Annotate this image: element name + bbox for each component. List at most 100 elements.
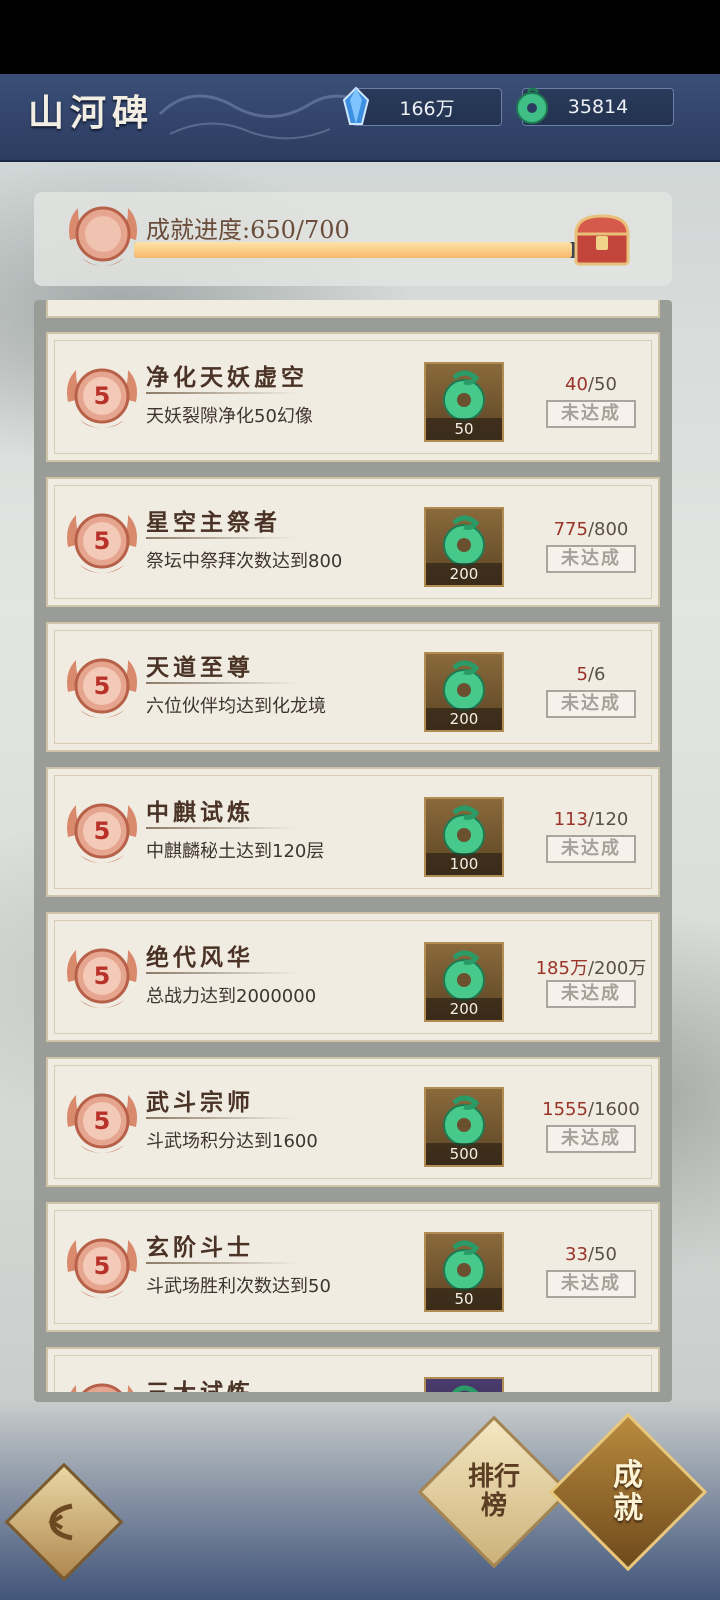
medal-level: 5: [93, 527, 111, 555]
achievement-tab-button[interactable]: 成就: [548, 1412, 708, 1572]
achievement-progress-count: 113/120: [553, 809, 629, 830]
reward-slot[interactable]: 100: [424, 797, 504, 877]
achievement-progress-count: 1555/1600: [542, 1099, 640, 1120]
medal-level: 5: [93, 1107, 111, 1135]
back-icon: [48, 1503, 73, 1541]
achievement-description: 斗武场胜利次数达到50: [146, 1276, 331, 1297]
achievement-list[interactable]: 5 净化天妖虚空 天妖裂隙净化50幻像 50 40/50 未达成 5 星空主祭者: [34, 300, 672, 1402]
reward-amount: 50: [426, 418, 502, 440]
jade-pendant-icon: [438, 1383, 490, 1392]
reward-amount: 200: [426, 563, 502, 585]
achievement-name: 天道至尊: [146, 654, 254, 681]
achievement-description: 六位伙伴均达到化龙境: [146, 696, 326, 717]
achievement-tab-text: 成就: [613, 1458, 643, 1526]
achievement-progress-label: 成就进度:650/700: [146, 216, 350, 244]
list-item-partial-top: [46, 300, 660, 318]
medal-level: 5: [93, 817, 111, 845]
progress-current: 33: [565, 1244, 588, 1265]
medal-level: 5: [93, 672, 111, 700]
achievement-description: 天妖裂隙净化50幻像: [146, 406, 313, 427]
name-divider: [146, 972, 296, 974]
achievement-progress-count: 185万/200万: [535, 958, 647, 979]
achievement-progress-count: 40/50: [565, 374, 617, 395]
achievement-name: 三大试炼: [146, 1373, 254, 1392]
achievement-card[interactable]: 5 武斗宗师 斗武场积分达到1600 500 1555/1600 未达成: [46, 1057, 660, 1187]
progress-current: 775: [553, 519, 588, 540]
status-stamp: 未达成: [546, 980, 636, 1008]
reward-amount: 200: [426, 998, 502, 1020]
reward-amount: 100: [426, 853, 502, 875]
crystal-balance[interactable]: 166万: [352, 88, 502, 126]
name-divider: [146, 537, 296, 539]
reward-slot[interactable]: [424, 1377, 504, 1392]
achievement-card[interactable]: 5 净化天妖虚空 天妖裂隙净化50幻像 50 40/50 未达成: [46, 332, 660, 462]
medal-level: 5: [93, 962, 111, 990]
achievement-card[interactable]: 5 中麒试炼 中麒麟秘土达到120层 100 113/120 未达成: [46, 767, 660, 897]
reward-slot[interactable]: 200: [424, 652, 504, 732]
achievement-card[interactable]: 5 玄阶斗士 斗武场胜利次数达到50 50 33/50 未达成: [46, 1202, 660, 1332]
crystal-amount: 166万: [399, 97, 455, 120]
medal-level: 5: [93, 1252, 111, 1280]
status-stamp: 未达成: [546, 1270, 636, 1298]
level-medal-icon: [69, 206, 137, 266]
achievement-card[interactable]: 5 绝代风华 总战力达到2000000 200 185万/200万 未达成: [46, 912, 660, 1042]
progress-current: 1555: [542, 1099, 588, 1120]
achievement-name: 中麒试炼: [146, 799, 254, 826]
achievement-progress-fill: [134, 242, 573, 258]
medal-level: [62, 1377, 142, 1392]
achievement-progress-panel: 成就进度:650/700: [34, 192, 672, 286]
leaderboard-text: 排行榜: [467, 1462, 520, 1521]
achievement-card[interactable]: 三大试炼 /: [46, 1347, 660, 1392]
name-divider: [146, 392, 296, 394]
achievement-name: 玄阶斗士: [146, 1234, 254, 1261]
achievement-name: 净化天妖虚空: [146, 364, 308, 391]
progress-total: 6: [594, 664, 606, 685]
jade-amount: 35814: [567, 96, 629, 118]
name-divider: [146, 1117, 296, 1119]
achievement-name: 绝代风华: [146, 944, 254, 971]
page-title: 山河碑: [28, 92, 155, 134]
reward-amount: 200: [426, 708, 502, 730]
progress-total: 200万: [594, 958, 647, 979]
progress-total: 50: [594, 1244, 617, 1265]
progress-total: 800: [594, 519, 629, 540]
achievement-name: 星空主祭者: [146, 509, 281, 536]
achievement-card[interactable]: 5 天道至尊 六位伙伴均达到化龙境 200 5/6 未达成: [46, 622, 660, 752]
name-divider: [146, 1262, 296, 1264]
status-stamp: 未达成: [546, 545, 636, 573]
status-stamp: 未达成: [546, 400, 636, 428]
progress-current: 185万: [535, 958, 588, 979]
reward-slot[interactable]: 200: [424, 942, 504, 1022]
status-stamp: 未达成: [546, 690, 636, 718]
progress-current: 5: [576, 664, 588, 685]
status-stamp: 未达成: [546, 1125, 636, 1153]
medal-level: 5: [93, 382, 111, 410]
reward-slot[interactable]: 50: [424, 1232, 504, 1312]
progress-total: 1600: [594, 1099, 640, 1120]
achievement-description: 祭坛中祭拜次数达到800: [146, 551, 343, 572]
reward-slot[interactable]: 50: [424, 362, 504, 442]
blue-crystal-icon: [342, 86, 370, 125]
jade-pendant-icon: [516, 87, 548, 124]
achievement-name: 武斗宗师: [146, 1089, 254, 1116]
achievement-tab-label: 成就: [572, 1436, 684, 1548]
progress-current: 113: [553, 809, 588, 830]
achievement-description: 总战力达到2000000: [146, 986, 317, 1007]
reward-amount: 500: [426, 1143, 502, 1165]
name-divider: [146, 682, 296, 684]
achievement-card[interactable]: 5 星空主祭者 祭坛中祭拜次数达到800 200 775/800 未达成: [46, 477, 660, 607]
achievement-list-scroll[interactable]: 5 净化天妖虚空 天妖裂隙净化50幻像 50 40/50 未达成 5 星空主祭者: [44, 300, 662, 1392]
reward-slot[interactable]: 200: [424, 507, 504, 587]
achievement-progress-count: 5/6: [576, 664, 606, 685]
progress-total: 120: [594, 809, 629, 830]
name-divider: [146, 827, 296, 829]
leaderboard-button[interactable]: 排行榜: [417, 1415, 571, 1569]
achievement-progress-bar: [134, 242, 606, 258]
status-stamp: 未达成: [546, 835, 636, 863]
reward-slot[interactable]: 500: [424, 1087, 504, 1167]
achievement-description: 斗武场积分达到1600: [146, 1131, 318, 1152]
progress-current: 40: [565, 374, 588, 395]
leaderboard-label: 排行榜: [440, 1438, 548, 1546]
back-button[interactable]: [4, 1462, 124, 1582]
treasure-chest-icon[interactable]: [570, 210, 634, 270]
